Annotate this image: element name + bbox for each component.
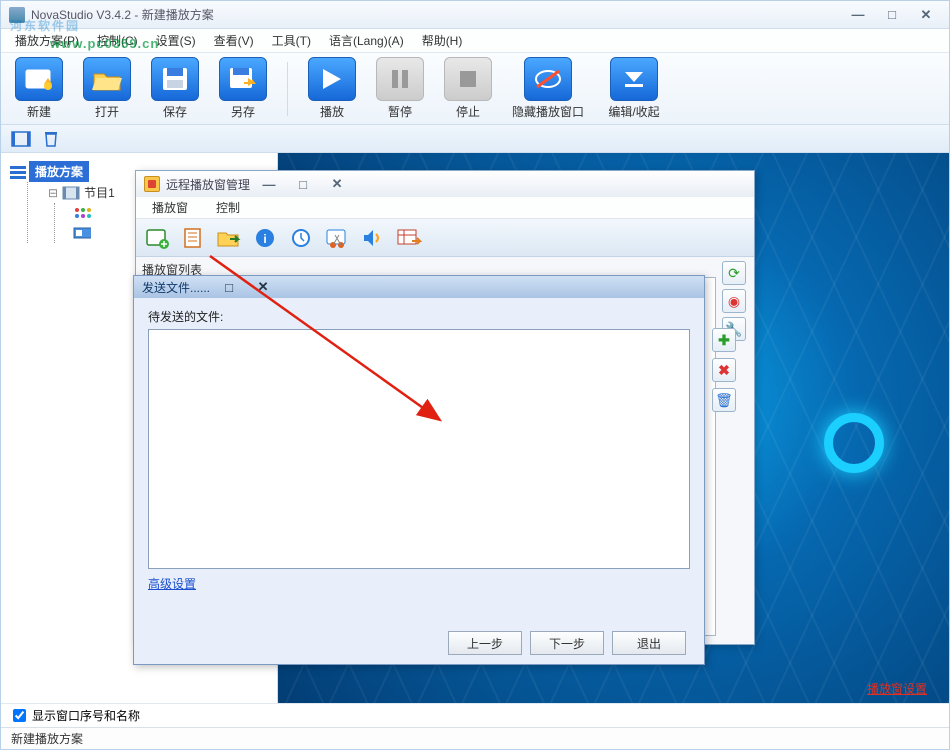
svg-text:i: i <box>263 232 266 246</box>
footer-bar: 显示窗口序号和名称 <box>1 703 949 727</box>
dlg2-close-button[interactable]: ✕ <box>248 278 278 296</box>
advanced-settings-link[interactable]: 高级设置 <box>148 575 196 592</box>
minimize-button[interactable]: — <box>843 6 873 24</box>
pause-icon <box>376 57 424 101</box>
files-listbox[interactable] <box>148 329 690 569</box>
window-title: NovaStudio V3.4.2 - 新建播放方案 <box>31 6 214 23</box>
dlg1-toolbar: i <box>136 219 754 257</box>
hide-window-icon <box>524 57 572 101</box>
save-as-icon <box>219 57 267 101</box>
menu-settings[interactable]: 设置(S) <box>148 29 204 52</box>
doc-list-icon[interactable] <box>180 225 206 251</box>
add-icon[interactable]: ✚ <box>712 328 736 352</box>
hide-window-button[interactable]: 隐藏播放窗口 <box>508 57 588 120</box>
slide-item-icon <box>73 225 91 241</box>
status-bar: 新建播放方案 <box>1 727 949 749</box>
exit-button[interactable]: 退出 <box>612 631 686 655</box>
menu-help[interactable]: 帮助(H) <box>414 29 471 52</box>
dlg2-side-buttons: ✚ ✖ 🗑 <box>712 328 736 412</box>
dlg2-title-bar: 发送文件...... □ ✕ <box>134 276 704 298</box>
dlg1-menu-control[interactable]: 控制 <box>208 196 248 219</box>
maximize-button[interactable]: □ <box>877 6 907 24</box>
stop-icon <box>444 57 492 101</box>
preview-settings-link[interactable]: 播放窗设置 <box>867 680 927 697</box>
clock-icon[interactable] <box>288 225 314 251</box>
dlg1-app-icon <box>144 176 160 192</box>
dlg1-title-bar: 远程播放窗管理 — □ ✕ <box>136 171 754 197</box>
save-button[interactable]: 保存 <box>147 57 203 120</box>
main-toolbar: 新建 打开 保存 另存 播放 暂停 停止 隐藏播放窗口 <box>1 53 949 125</box>
status-text: 新建播放方案 <box>11 730 83 747</box>
play-icon <box>308 57 356 101</box>
menu-bar: 播放方案(P) 控制(C) 设置(S) 查看(V) 工具(T) 语言(Lang)… <box>1 29 949 53</box>
dlg1-menu-playwindow[interactable]: 播放窗 <box>144 196 196 219</box>
open-button[interactable]: 打开 <box>79 57 135 120</box>
delete-icon[interactable]: 🗑 <box>712 388 736 412</box>
preview-ring-graphic <box>824 413 884 473</box>
menu-view[interactable]: 查看(V) <box>206 29 262 52</box>
menu-play-scheme[interactable]: 播放方案(P) <box>7 29 87 52</box>
collapse-icon <box>610 57 658 101</box>
save-as-button[interactable]: 另存 <box>215 57 271 120</box>
edit-collapse-button[interactable]: 编辑/收起 <box>600 57 668 120</box>
dlg1-menu-bar: 播放窗 控制 <box>136 197 754 219</box>
app-icon <box>9 7 25 23</box>
hamburger-icon <box>9 164 27 180</box>
table-send-icon[interactable] <box>396 225 422 251</box>
show-window-index-checkbox[interactable] <box>13 709 26 722</box>
menu-tools[interactable]: 工具(T) <box>264 29 319 52</box>
prev-button[interactable]: 上一步 <box>448 631 522 655</box>
new-button[interactable]: 新建 <box>11 57 67 120</box>
save-icon <box>151 57 199 101</box>
film-strip-icon <box>62 185 80 201</box>
volume-icon[interactable] <box>360 225 386 251</box>
file-new-icon <box>15 57 63 101</box>
send-file-dialog: 发送文件...... □ ✕ 待发送的文件: 高级设置 ✚ ✖ 🗑 上一步 下一… <box>133 275 705 665</box>
sub-toolbar <box>1 125 949 153</box>
dlg2-body: 待发送的文件: 高级设置 ✚ ✖ 🗑 <box>134 298 704 622</box>
next-button[interactable]: 下一步 <box>530 631 604 655</box>
folder-open-icon <box>83 57 131 101</box>
play-button[interactable]: 播放 <box>304 57 360 120</box>
multi-color-dots-icon <box>73 205 91 221</box>
menu-language[interactable]: 语言(Lang)(A) <box>321 29 412 52</box>
dlg1-maximize-button[interactable]: □ <box>288 175 318 193</box>
pause-button[interactable]: 暂停 <box>372 57 428 120</box>
film-icon[interactable] <box>11 129 31 149</box>
show-window-index-label: 显示窗口序号和名称 <box>32 707 140 724</box>
add-window-icon[interactable] <box>144 225 170 251</box>
dlg2-button-row: 上一步 下一步 退出 <box>134 622 704 664</box>
menu-control[interactable]: 控制(C) <box>89 29 146 52</box>
dlg2-maximize-button[interactable]: □ <box>214 278 244 296</box>
info-icon[interactable]: i <box>252 225 278 251</box>
refresh-icon[interactable]: ⟳ <box>722 261 746 285</box>
trash-icon[interactable] <box>41 129 61 149</box>
stop-button[interactable]: 停止 <box>440 57 496 120</box>
dlg1-minimize-button[interactable]: — <box>254 175 284 193</box>
folder-send-icon[interactable] <box>216 225 242 251</box>
remove-icon[interactable]: ✖ <box>712 358 736 382</box>
live-icon[interactable]: ◉ <box>722 289 746 313</box>
cut-icon[interactable] <box>324 225 350 251</box>
close-button[interactable]: ✕ <box>911 6 941 24</box>
toolbar-separator <box>287 62 288 116</box>
title-bar: NovaStudio V3.4.2 - 新建播放方案 — □ ✕ <box>1 1 949 29</box>
tree-root[interactable]: 播放方案 <box>29 161 89 182</box>
files-to-send-label: 待发送的文件: <box>148 308 690 325</box>
dlg1-close-button[interactable]: ✕ <box>322 175 352 193</box>
